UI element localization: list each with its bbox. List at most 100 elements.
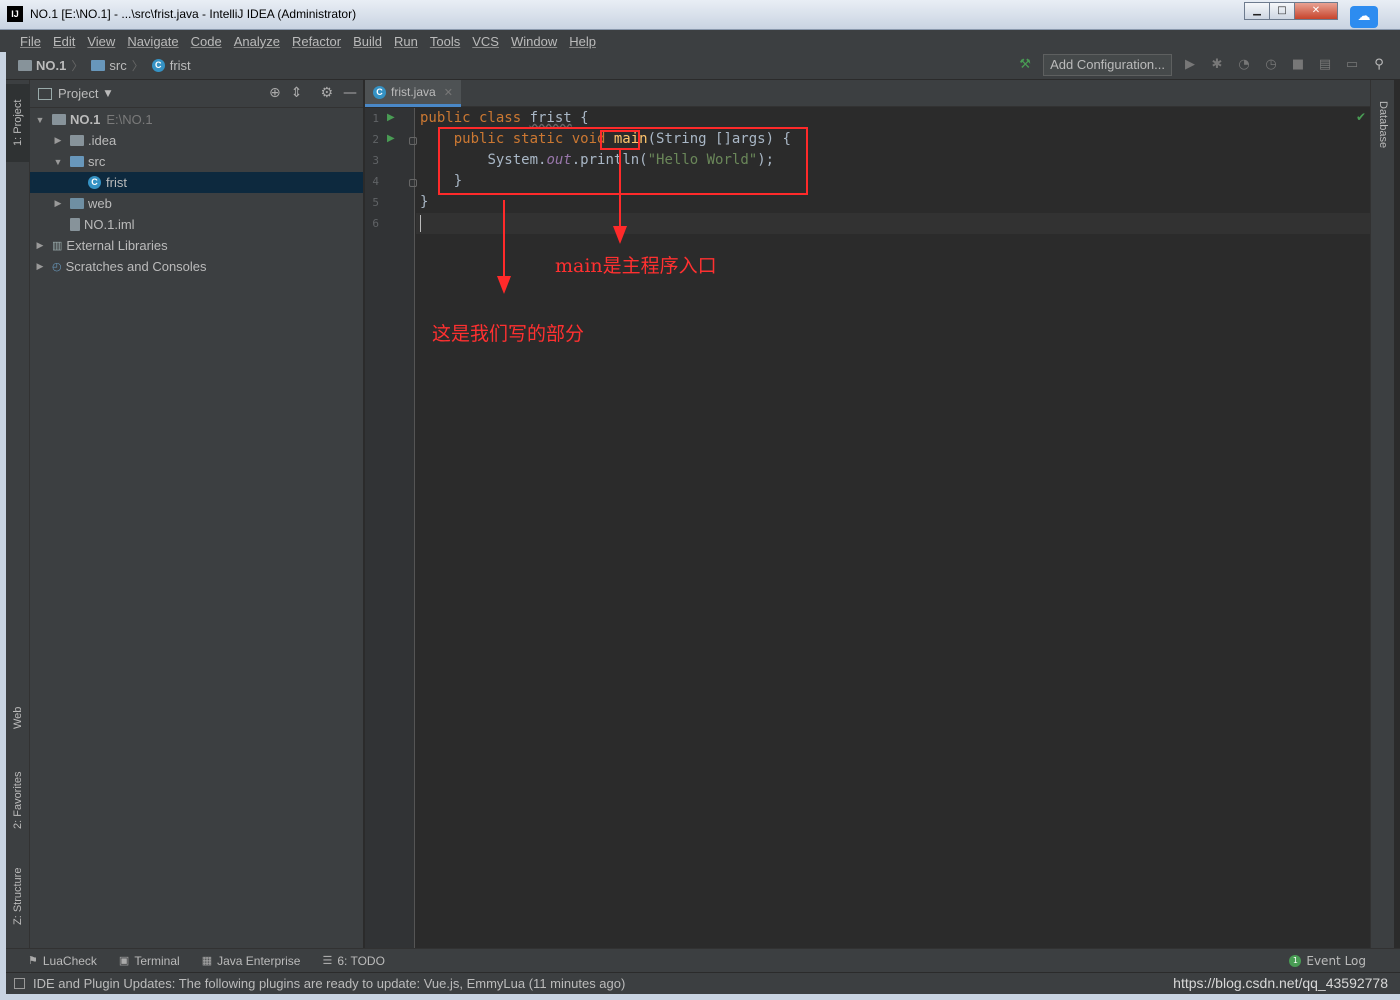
database-tool-button[interactable]: Database [1371, 90, 1395, 160]
annotation-main-label: main是主程序入口 [555, 255, 717, 277]
web-tool-button[interactable]: Web [6, 690, 30, 746]
tree-item-idea[interactable]: ▶ .idea [30, 130, 363, 151]
tree-item-web[interactable]: ▶ web [30, 193, 363, 214]
window-title: NO.1 [E:\NO.1] - ...\src\frist.java - In… [30, 7, 357, 21]
structure-tool-button[interactable]: Z: Structure [6, 856, 30, 936]
tree-item-label: NO.1.iml [84, 217, 135, 232]
tree-item-label: Scratches and Consoles [65, 259, 207, 274]
menu-window[interactable]: Window [505, 34, 563, 49]
menu-help[interactable]: Help [563, 34, 602, 49]
run-main-icon[interactable]: ▶ [387, 133, 395, 144]
collapsed-arrow-icon[interactable]: ▶ [52, 135, 64, 146]
tree-item-frist[interactable]: C frist [30, 172, 363, 193]
favorites-tool-button[interactable]: 2: Favorites [6, 760, 30, 840]
collapsed-arrow-icon[interactable]: ▶ [34, 240, 46, 251]
luacheck-icon: ⚑ [28, 955, 38, 967]
menu-refactor[interactable]: Refactor [286, 34, 347, 49]
tree-item-label: src [88, 154, 106, 169]
line-number: 1 [372, 112, 379, 125]
status-toggle-icon[interactable] [14, 978, 25, 989]
menu-tools[interactable]: Tools [424, 34, 466, 49]
luacheck-tool-button[interactable]: ⚑ LuaCheck [28, 954, 97, 968]
hide-icon[interactable]: — [343, 85, 357, 101]
project-structure-icon[interactable]: ▤ [1316, 56, 1334, 74]
event-log-icon: 1 [1289, 955, 1302, 967]
search-icon[interactable]: ⚲ [1370, 56, 1388, 74]
web-folder-icon [70, 198, 84, 209]
annotation-our-part-label: 这是我们写的部分 [432, 323, 585, 345]
coverage-icon[interactable]: ◔ [1235, 56, 1253, 74]
annotation-arrowhead [497, 276, 511, 294]
tool-label: LuaCheck [42, 953, 97, 968]
stop-icon[interactable]: ■ [1289, 56, 1307, 74]
window-frame-bottom [0, 994, 1400, 1000]
project-view-icon [38, 87, 52, 100]
java-enterprise-tool-button[interactable]: ▦ Java Enterprise [202, 954, 301, 968]
breadcrumb-class[interactable]: C frist [151, 58, 191, 73]
expanded-arrow-icon[interactable]: ▼ [34, 115, 46, 125]
build-hammer-icon[interactable]: ⚒ [1016, 56, 1034, 74]
breadcrumb-src[interactable]: src 〉 [91, 57, 144, 74]
intellij-icon: IJ [7, 6, 23, 22]
close-tab-icon[interactable]: ✕ [444, 86, 453, 99]
menu-analyze[interactable]: Analyze [228, 34, 286, 49]
menu-file[interactable]: File [14, 34, 47, 49]
close-button[interactable]: ✕ [1294, 2, 1338, 20]
source-folder-icon [91, 60, 106, 71]
run-toolbar: ⚒ Add Configuration... ▶ ✱ ◔ ◷ ■ ▤ ▭ ⚲ [1016, 54, 1388, 76]
tree-item-scratches[interactable]: ▶ ◴ Scratches and Consoles [30, 256, 363, 277]
code-line-1: public class frist { [420, 108, 791, 129]
debug-icon[interactable]: ✱ [1208, 56, 1226, 74]
breadcrumb-label: NO.1 [36, 58, 67, 73]
minimize-button[interactable]: ▁ [1244, 2, 1270, 20]
cloud-sync-icon[interactable]: ☁ [1350, 6, 1378, 28]
run-icon[interactable]: ▶ [1181, 56, 1199, 74]
panel-header-actions: ⊕ ⇕ ⚙ — [269, 85, 357, 101]
editor-area: C frist.java ✕ 1 2 3 4 5 6 ▶ ▶ public cl… [365, 80, 1370, 948]
tree-item-label: External Libraries [66, 238, 168, 253]
tree-item-src[interactable]: ▼ src [30, 151, 363, 172]
maximize-button[interactable]: □ [1269, 2, 1295, 20]
menu-view[interactable]: View [81, 34, 121, 49]
menu-run[interactable]: Run [388, 34, 424, 49]
module-file-icon [70, 218, 80, 231]
tree-item-project[interactable]: ▼ NO.1 E:\NO.1 [30, 109, 363, 130]
project-tool-button[interactable]: 1: Project [6, 84, 30, 162]
tab-frist-java[interactable]: C frist.java ✕ [365, 80, 461, 107]
class-name: frist [529, 110, 572, 126]
menu-build[interactable]: Build [347, 34, 388, 49]
breadcrumb-label: frist [169, 58, 191, 73]
tree-item-iml[interactable]: NO.1.iml [30, 214, 363, 235]
menu-code[interactable]: Code [185, 34, 228, 49]
collapse-all-icon[interactable]: ⇕ [291, 85, 303, 101]
event-log-button[interactable]: 1 Event Log [1289, 954, 1366, 968]
project-view-selector[interactable]: Project [58, 86, 98, 101]
status-message[interactable]: IDE and Plugin Updates: The following pl… [33, 976, 625, 991]
todo-tool-button[interactable]: ☰ 6: TODO [322, 954, 384, 968]
java-class-icon: C [373, 85, 386, 99]
menu-vcs[interactable]: VCS [466, 34, 505, 49]
bottom-tool-bar: ⚑ LuaCheck ▣ Terminal ▦ Java Enterprise … [6, 948, 1400, 972]
breadcrumb-project[interactable]: NO.1 〉 [18, 57, 83, 74]
fold-icon[interactable] [409, 179, 417, 187]
run-class-icon[interactable]: ▶ [387, 112, 395, 123]
locate-icon[interactable]: ⊕ [269, 85, 281, 101]
source-folder-icon [70, 156, 84, 167]
menu-edit[interactable]: Edit [47, 34, 81, 49]
chevron-down-icon[interactable]: ▼ [104, 89, 111, 99]
inspection-ok-icon[interactable]: ✔ [1356, 110, 1366, 124]
terminal-tool-button[interactable]: ▣ Terminal [119, 954, 180, 968]
terminal-icon: ▣ [118, 955, 130, 967]
profile-icon[interactable]: ◷ [1262, 56, 1280, 74]
expanded-arrow-icon[interactable]: ▼ [52, 157, 64, 167]
collapsed-arrow-icon[interactable]: ▶ [52, 198, 64, 209]
gear-icon[interactable]: ⚙ [320, 85, 333, 101]
collapsed-arrow-icon[interactable]: ▶ [34, 261, 46, 272]
breadcrumb-label: src [109, 58, 127, 73]
java-enterprise-icon: ▦ [201, 955, 213, 967]
menu-navigate[interactable]: Navigate [121, 34, 184, 49]
tree-item-external-libraries[interactable]: ▶ ▥ External Libraries [30, 235, 363, 256]
add-configuration-button[interactable]: Add Configuration... [1043, 54, 1172, 76]
fold-icon[interactable] [409, 137, 417, 145]
presentation-icon[interactable]: ▭ [1343, 56, 1361, 74]
